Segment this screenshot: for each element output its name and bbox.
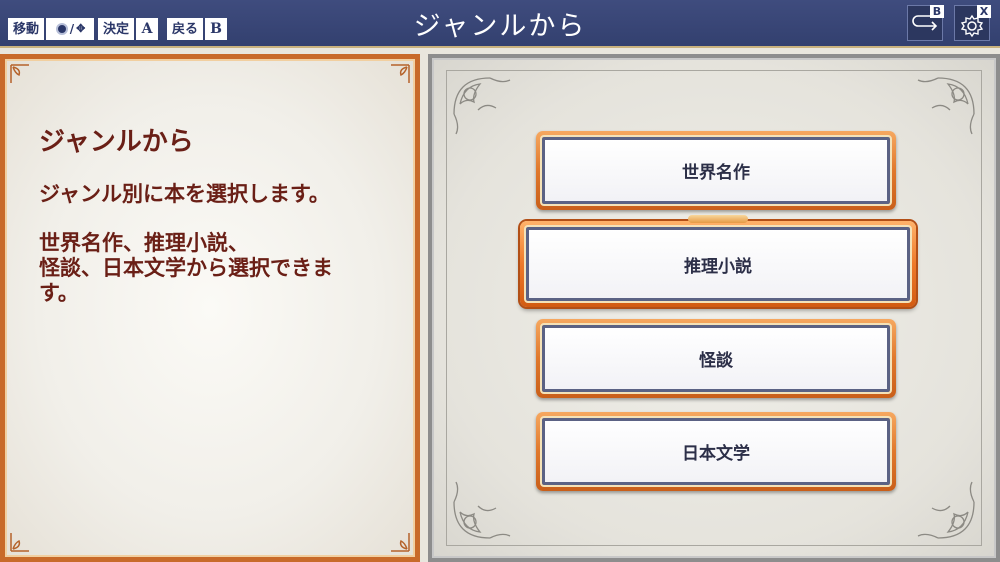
top-bar: 移動 / ✥ 決定 A 戻る B ジャンルから B X: [0, 0, 1000, 48]
corner-ornament-icon: [391, 64, 410, 83]
description-body: ジャンル別に本を選択します。 世界名作、推理小説、 怪談、日本文学から選択できま…: [39, 181, 399, 329]
back-button[interactable]: B: [907, 5, 944, 41]
genre-button-world-classics[interactable]: 世界名作: [536, 131, 896, 210]
description-line-1: ジャンル別に本を選択します。: [39, 181, 330, 206]
corner-ornament-icon: [10, 533, 29, 552]
page-title: ジャンルから: [413, 11, 587, 42]
genre-button-ghost-stories[interactable]: 怪談: [536, 319, 896, 398]
back-button-key: B: [930, 5, 944, 18]
settings-button-key: X: [977, 5, 991, 18]
description-paper: ジャンルから ジャンル別に本を選択します。 世界名作、推理小説、 怪談、日本文学…: [5, 59, 415, 557]
corner-ornament-icon: [10, 64, 29, 83]
flourish-ornament-icon: [453, 481, 511, 539]
genre-button-japanese-literature[interactable]: 日本文学: [536, 412, 896, 491]
description-title: ジャンルから: [39, 127, 194, 157]
selection-ornament: [688, 215, 748, 223]
settings-button[interactable]: X: [954, 5, 991, 41]
genre-button-label: 日本文学: [540, 416, 892, 487]
description-line-2: 世界名作、推理小説、 怪談、日本文学から選択できま す。: [39, 230, 333, 305]
description-panel: ジャンルから ジャンル別に本を選択します。 世界名作、推理小説、 怪談、日本文学…: [0, 54, 420, 562]
genre-button-mystery[interactable]: 推理小説: [520, 215, 916, 307]
genre-panel-inner: 世界名作 推理小説 怪談 日本文学: [432, 58, 996, 558]
genre-button-label: 推理小説: [524, 225, 912, 303]
flourish-ornament-icon: [453, 77, 511, 135]
flourish-ornament-icon: [917, 77, 975, 135]
genre-button-label: 世界名作: [540, 135, 892, 206]
genre-button-label: 怪談: [540, 323, 892, 394]
flourish-ornament-icon: [917, 481, 975, 539]
corner-ornament-icon: [391, 533, 410, 552]
genre-panel: 世界名作 推理小説 怪談 日本文学: [428, 54, 1000, 562]
